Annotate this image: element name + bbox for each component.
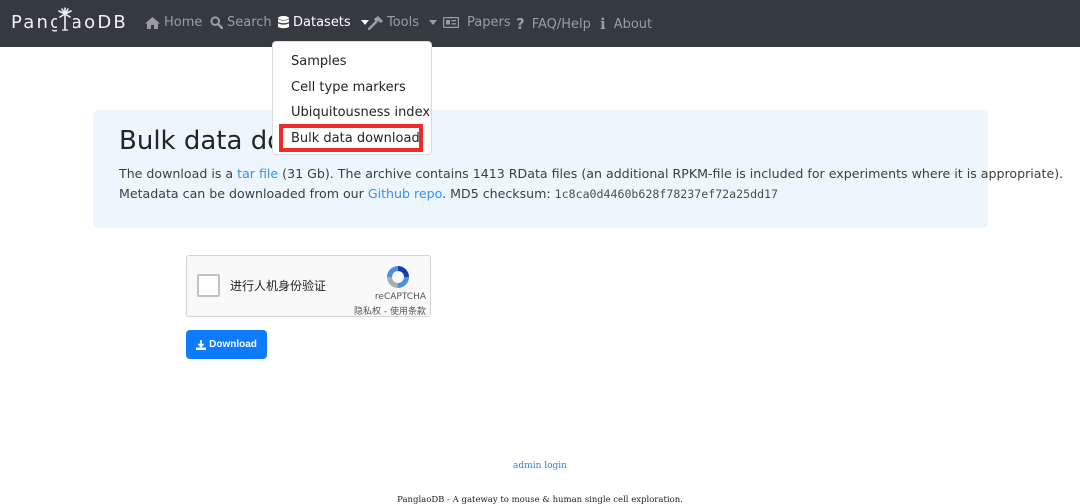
nav-papers-label: Papers — [467, 15, 511, 30]
admin-login-container: admin login — [0, 461, 1080, 471]
nav-home-label: Home — [164, 15, 203, 30]
jumbotron: Bulk data download The download is a tar… — [93, 110, 1063, 228]
recaptcha-label: 进行人机身份验证 — [230, 279, 327, 293]
dropdown-item-samples[interactable]: Samples — [291, 54, 347, 69]
recaptcha-brand: reCAPTCHA — [374, 292, 426, 302]
nav-about[interactable]: i About — [600, 15, 652, 33]
datasets-dropdown-menu: Samples Cell type markers Ubiquitousness… — [272, 41, 432, 155]
meta-text: . MD5 checksum: — [442, 186, 555, 201]
desc-text: (31 Gb). The archive contains 1413 RData… — [278, 166, 1064, 181]
navbar: PanglaoDB Home Search Datasets Tools Pap… — [0, 0, 1080, 47]
metadata-description: Metadata can be downloaded from our Gith… — [119, 186, 778, 201]
download-button-label: Download — [209, 339, 257, 350]
home-icon — [145, 16, 160, 29]
nav-faq[interactable]: ? FAQ/Help — [516, 15, 591, 33]
recaptcha-widget: 进行人机身份验证 reCAPTCHA 隐私权 - 使用条款 — [186, 255, 431, 317]
nav-tools-label: Tools — [387, 15, 420, 30]
dropdown-item-cell-type-markers[interactable]: Cell type markers — [291, 80, 406, 95]
github-repo-link[interactable]: Github repo — [368, 186, 442, 201]
nav-papers[interactable]: Papers — [443, 15, 511, 30]
desc-text: The download is a — [119, 166, 238, 181]
download-description: The download is a tar file (31 Gb). The … — [119, 166, 1063, 181]
admin-login-link[interactable]: admin login — [513, 461, 567, 471]
info-icon: i — [600, 15, 606, 33]
recaptcha-checkbox[interactable] — [197, 274, 220, 297]
download-icon — [196, 339, 207, 350]
brand-logo[interactable]: PanglaoDB — [11, 7, 128, 33]
database-icon — [278, 16, 289, 29]
nav-search[interactable]: Search — [210, 15, 272, 30]
caret-down-icon — [429, 20, 438, 25]
download-button[interactable]: Download — [186, 330, 267, 359]
question-icon: ? — [516, 15, 525, 33]
footer-tagline: PanglaoDB - A gateway to mouse & human s… — [397, 495, 683, 504]
highlight-annotation-box — [279, 124, 423, 152]
nav-about-label: About — [613, 16, 653, 32]
tar-file-link[interactable]: tar file — [237, 166, 278, 181]
nav-datasets[interactable]: Datasets — [278, 15, 369, 30]
search-icon — [210, 16, 223, 29]
dropdown-item-ubiquitousness-index[interactable]: Ubiquitousness index — [291, 105, 430, 120]
md5-checksum: 1c8ca0d4460b628f78237ef72a25dd17 — [554, 187, 779, 201]
nav-faq-label: FAQ/Help — [531, 16, 591, 32]
hammer-icon — [368, 15, 383, 30]
recaptcha-logo-icon — [387, 266, 409, 288]
palm-tree-icon — [57, 7, 73, 32]
meta-text: Metadata can be downloaded from our — [119, 186, 368, 201]
newspaper-icon — [443, 17, 459, 28]
nav-tools[interactable]: Tools — [368, 15, 438, 30]
nav-search-label: Search — [227, 15, 272, 30]
nav-datasets-label: Datasets — [293, 15, 351, 30]
recaptcha-privacy-terms-link[interactable]: 隐私权 - 使用条款 — [354, 304, 426, 317]
nav-home[interactable]: Home — [145, 15, 202, 30]
